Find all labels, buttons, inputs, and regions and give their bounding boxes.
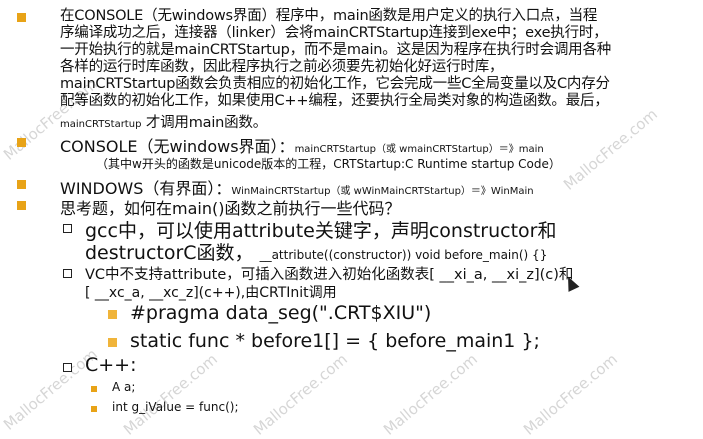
bullet-icon (108, 338, 117, 347)
mouse-cursor-icon (562, 274, 580, 292)
bullet-icon (91, 386, 97, 392)
gcc-line2: destructorC函数， __attribute((constructor))… (85, 238, 547, 265)
bullet-icon (108, 310, 117, 319)
bullet-icon (91, 406, 97, 412)
console-label: CONSOLE（无windows界面）： (60, 137, 295, 156)
checkbox-bullet-icon (63, 363, 72, 372)
checkbox-bullet-icon (63, 269, 72, 278)
watermark: MallocFree.com (520, 350, 621, 439)
bullet-icon (17, 138, 26, 147)
para1-line5: mainCRTStartup函数会负责相应的初始化工作，它会完成一些C全局变量以… (60, 76, 610, 92)
console-item: CONSOLE（无windows界面）：mainCRTStartup（或 wma… (60, 133, 544, 157)
pragma-line: #pragma data_seg(".CRT$XIU") (130, 302, 432, 324)
cpp-item1: A a; (112, 380, 136, 394)
bullet-icon (17, 13, 26, 22)
static-func-line: static func * before1[] = { before_main1… (130, 330, 540, 352)
para1-line7-small: mainCRTStartup (60, 119, 142, 130)
bullet-icon (17, 201, 26, 210)
para1-line7-rest: 才调用main函数。 (141, 115, 268, 131)
checkbox-bullet-icon (63, 224, 72, 233)
para1-line1: 在CONSOLE（无windows界面）程序中，main函数是用户定义的执行入口… (60, 8, 598, 24)
para1-line4: 各样的运行时库函数，因此程序执行之前必须要先初始化好运行时库， (60, 59, 504, 75)
watermark: MallocFree.com (560, 105, 661, 194)
cpp-item2: int g_iValue = func(); (112, 400, 239, 414)
para1-line2: 序编译成功之后，连接器（linker）会将mainCRTStartup连接到ex… (60, 25, 608, 41)
para1-line7: mainCRTStartup 才调用main函数。 (60, 112, 267, 132)
para1-line6: 配等函数的初始化工作，如果使用C++编程，还要执行全局类对象的构造函数。最后， (60, 93, 609, 109)
bullet-icon (17, 180, 26, 189)
vc-line1: VC中不支持attribute，可插入函数进入初始化函数表[ __xi_a, _… (85, 267, 574, 283)
console-note: （其中w开头的函数是unicode版本的工程，CRTStartup:C Runt… (96, 157, 561, 171)
console-detail: mainCRTStartup（或 wmainCRTStartup）＝》main (294, 144, 544, 155)
watermark: MallocFree.com (250, 350, 351, 439)
gcc-line2-a: destructorC函数， (85, 242, 254, 264)
vc-line2: [ __xc_a, __xc_z](c++),由CRTInit调用 (85, 285, 337, 301)
watermark: MallocFree.com (380, 350, 481, 439)
gcc-line2-b: __attribute((constructor)) void before_m… (259, 248, 548, 262)
para1-line3: 一开始执行的就是mainCRTStartup，而不是main。这是因为程序在执行… (60, 42, 612, 58)
cpp-label: C++: (85, 354, 137, 376)
slide: MallocFree.com MallocFree.com MallocFree… (0, 0, 703, 439)
